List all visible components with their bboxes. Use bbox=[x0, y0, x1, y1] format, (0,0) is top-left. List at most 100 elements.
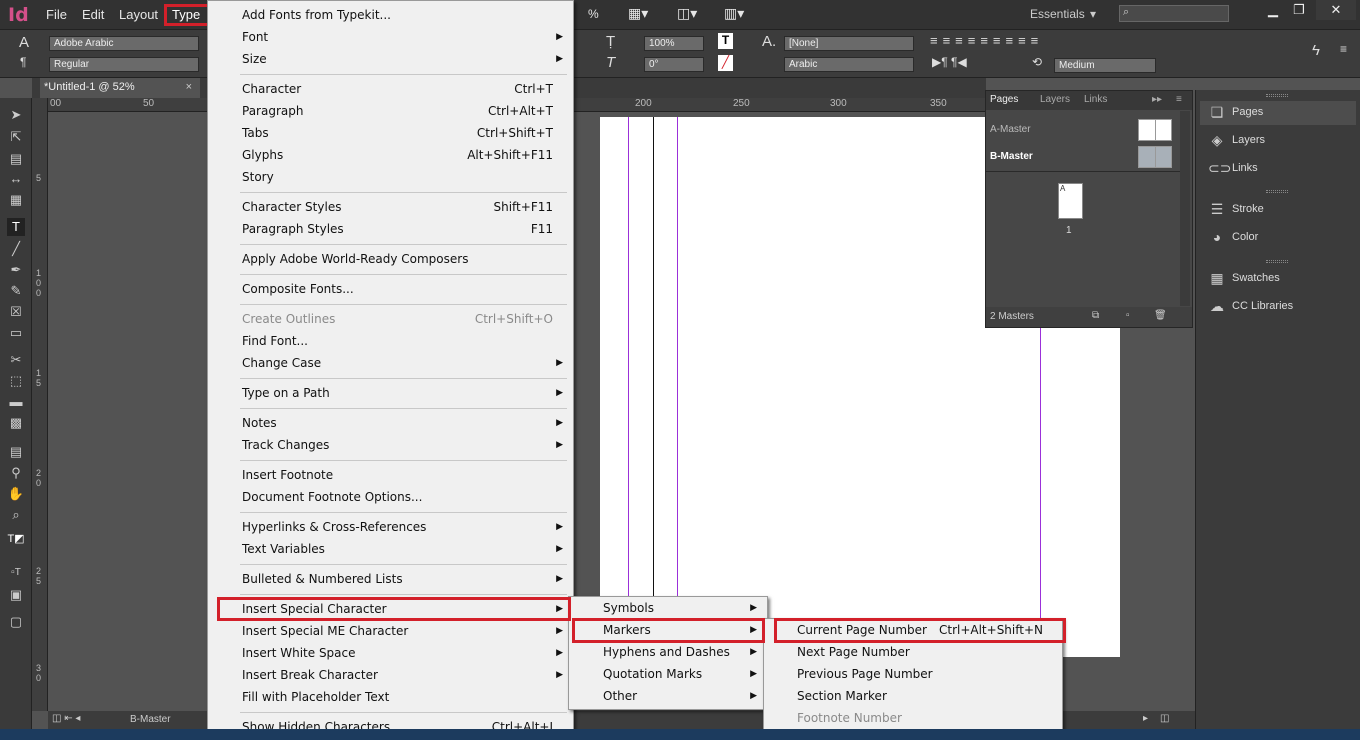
vertical-ruler[interactable]: 5 1 0 0 1 5 2 0 2 5 3 0 bbox=[32, 98, 48, 711]
menu-item-previous-page-number[interactable]: Previous Page Number bbox=[764, 663, 1062, 685]
hand-tool-icon[interactable]: ✋ bbox=[7, 485, 25, 503]
formatting-affects-icon[interactable]: ▫T bbox=[7, 564, 25, 582]
master-row-a[interactable]: A-Master bbox=[986, 117, 1178, 143]
menu-item-tabs[interactable]: Tabs Ctrl+Shift+T bbox=[208, 122, 573, 144]
split-view-icon[interactable]: ◫ bbox=[1160, 713, 1169, 724]
menu-item-document-footnote-options[interactable]: Document Footnote Options... bbox=[208, 486, 573, 508]
close-button[interactable]: ✕ bbox=[1316, 0, 1356, 20]
character-style-field[interactable]: [None] bbox=[784, 36, 914, 51]
tab-layers[interactable]: Layers bbox=[1040, 94, 1070, 105]
menu-item-insert-special-me-character[interactable]: Insert Special ME Character ▶ bbox=[208, 620, 573, 642]
gradient-feather-tool-icon[interactable]: ▩ bbox=[7, 414, 25, 432]
menu-item-symbols[interactable]: Symbols ▶ bbox=[569, 597, 767, 619]
master-thumbnail[interactable] bbox=[1138, 146, 1172, 168]
menu-item-find-font[interactable]: Find Font... bbox=[208, 330, 573, 352]
menu-item-text-variables[interactable]: Text Variables ▶ bbox=[208, 538, 573, 560]
fill-stroke-icon[interactable]: T◩ bbox=[7, 530, 25, 548]
menu-item-hyphens-and-dashes[interactable]: Hyphens and Dashes ▶ bbox=[569, 641, 767, 663]
scissors-tool-icon[interactable]: ✂ bbox=[7, 351, 25, 369]
scroll-right-icon[interactable]: ▸ bbox=[1143, 713, 1148, 724]
page-thumbnail[interactable]: A bbox=[1058, 183, 1083, 219]
zoom-tool-icon[interactable]: ⌕ bbox=[7, 506, 25, 524]
menu-item-next-page-number[interactable]: Next Page Number bbox=[764, 641, 1062, 663]
font-style-field[interactable]: Regular bbox=[49, 57, 199, 72]
page-tool-icon[interactable]: ▤ bbox=[7, 150, 25, 168]
maximize-button[interactable]: ❐ bbox=[1282, 0, 1316, 20]
skew-field[interactable]: 0° bbox=[644, 57, 704, 72]
menu-item-fill-with-placeholder-text[interactable]: Fill with Placeholder Text bbox=[208, 686, 573, 708]
vertical-scale-field[interactable]: 100% bbox=[644, 36, 704, 51]
menu-item-change-case[interactable]: Change Case ▶ bbox=[208, 352, 573, 374]
note-tool-icon[interactable]: ▤ bbox=[7, 443, 25, 461]
stroke-none-icon[interactable]: ╱ bbox=[718, 55, 733, 71]
type-tool-icon[interactable]: T bbox=[7, 218, 25, 236]
dock-links[interactable]: ⊂⊃ Links bbox=[1200, 157, 1356, 181]
edit-page-size-icon[interactable]: ⧉ bbox=[1092, 310, 1099, 321]
menu-layout[interactable]: Layout bbox=[119, 7, 158, 22]
menu-item-character-styles[interactable]: Character Styles Shift+F11 bbox=[208, 196, 573, 218]
paragraph-direction-icon[interactable]: ▶¶ ¶◀ bbox=[932, 55, 967, 69]
gap-tool-icon[interactable]: ↔ bbox=[7, 170, 25, 188]
menu-item-type-on-a-path[interactable]: Type on a Path ▶ bbox=[208, 382, 573, 404]
dock-cc-libraries[interactable]: ☁ CC Libraries bbox=[1200, 295, 1356, 319]
menu-edit[interactable]: Edit bbox=[82, 7, 104, 22]
dock-stroke[interactable]: ☰ Stroke bbox=[1200, 198, 1356, 222]
character-controls-icon[interactable]: A bbox=[19, 34, 29, 51]
arrange-docs-icon[interactable]: ▥▾ bbox=[724, 5, 744, 22]
rectangle-tool-icon[interactable]: ▭ bbox=[7, 324, 25, 342]
dock-swatches[interactable]: ▦ Swatches bbox=[1200, 267, 1356, 291]
workspace-switcher[interactable]: Essentials bbox=[1030, 7, 1085, 21]
alignment-buttons[interactable]: ≡≡≡≡≡≡≡≡≡ bbox=[930, 33, 1043, 48]
menu-item-insert-white-space[interactable]: Insert White Space ▶ bbox=[208, 642, 573, 664]
menu-item-insert-footnote[interactable]: Insert Footnote bbox=[208, 464, 573, 486]
search-input[interactable]: ⌕ bbox=[1119, 5, 1229, 22]
zoom-percent[interactable]: % bbox=[588, 7, 599, 21]
pen-tool-icon[interactable]: ✒ bbox=[7, 261, 25, 279]
lightning-icon[interactable]: ϟ bbox=[1312, 42, 1320, 59]
delete-page-icon[interactable]: 🗑 bbox=[1154, 310, 1167, 321]
current-page-label[interactable]: B-Master bbox=[130, 714, 171, 725]
selection-tool-icon[interactable]: ➤ bbox=[7, 106, 25, 124]
eyedropper-tool-icon[interactable]: ⚲ bbox=[7, 464, 25, 482]
dock-color[interactable]: ◕ Color bbox=[1200, 226, 1356, 250]
menu-item-apply-adobe-world-ready-composers[interactable]: Apply Adobe World-Ready Composers bbox=[208, 248, 573, 270]
menu-item-size[interactable]: Size ▶ bbox=[208, 48, 573, 70]
direct-selection-tool-icon[interactable]: ⇱ bbox=[7, 128, 25, 146]
menu-item-bulleted-numbered-lists[interactable]: Bulleted & Numbered Lists ▶ bbox=[208, 568, 573, 590]
gradient-swatch-tool-icon[interactable]: ▬ bbox=[7, 393, 25, 411]
new-page-icon[interactable]: ▫ bbox=[1126, 310, 1130, 321]
tab-links[interactable]: Links bbox=[1084, 94, 1107, 105]
master-thumbnail[interactable] bbox=[1138, 119, 1172, 141]
font-family-field[interactable]: Adobe Arabic bbox=[49, 36, 199, 51]
content-collector-icon[interactable]: ▦ bbox=[7, 191, 25, 209]
dock-pages[interactable]: ❏ Pages bbox=[1200, 101, 1356, 125]
free-transform-tool-icon[interactable]: ⬚ bbox=[7, 372, 25, 390]
rectangle-frame-tool-icon[interactable]: ☒ bbox=[7, 303, 25, 321]
tab-pages[interactable]: Pages bbox=[990, 94, 1018, 105]
menu-item-other[interactable]: Other ▶ bbox=[569, 685, 767, 707]
menu-item-glyphs[interactable]: Glyphs Alt+Shift+F11 bbox=[208, 144, 573, 166]
menu-item-font[interactable]: Font ▶ bbox=[208, 26, 573, 48]
language-field[interactable]: Arabic bbox=[784, 57, 914, 72]
menu-item-insert-break-character[interactable]: Insert Break Character ▶ bbox=[208, 664, 573, 686]
menu-type[interactable]: Type bbox=[164, 4, 210, 26]
menu-item-hyperlinks-cross-references[interactable]: Hyperlinks & Cross-References ▶ bbox=[208, 516, 573, 538]
document-tab[interactable]: *Untitled-1 @ 52% × bbox=[40, 78, 200, 98]
menu-item-character[interactable]: Character Ctrl+T bbox=[208, 78, 573, 100]
menu-item-paragraph[interactable]: Paragraph Ctrl+Alt+T bbox=[208, 100, 573, 122]
panel-menu-icon[interactable]: ≡ bbox=[1340, 42, 1347, 56]
master-row-b[interactable]: B-Master bbox=[986, 144, 1178, 170]
menu-file[interactable]: File bbox=[46, 7, 67, 22]
menu-item-quotation-marks[interactable]: Quotation Marks ▶ bbox=[569, 663, 767, 685]
menu-item-notes[interactable]: Notes ▶ bbox=[208, 412, 573, 434]
weight-field[interactable]: Medium bbox=[1054, 58, 1156, 73]
dock-layers[interactable]: ◈ Layers bbox=[1200, 129, 1356, 153]
panel-scrollbar[interactable] bbox=[1180, 111, 1190, 306]
menu-item-story[interactable]: Story bbox=[208, 166, 573, 188]
menu-item-track-changes[interactable]: Track Changes ▶ bbox=[208, 434, 573, 456]
screen-mode-tool-icon[interactable]: ▢ bbox=[7, 613, 25, 631]
screen-mode-icon[interactable]: ◫▾ bbox=[677, 5, 697, 22]
paragraph-controls-icon[interactable]: ¶ bbox=[20, 55, 26, 69]
line-tool-icon[interactable]: ╱ bbox=[7, 240, 25, 258]
close-tab-icon[interactable]: × bbox=[186, 81, 192, 93]
